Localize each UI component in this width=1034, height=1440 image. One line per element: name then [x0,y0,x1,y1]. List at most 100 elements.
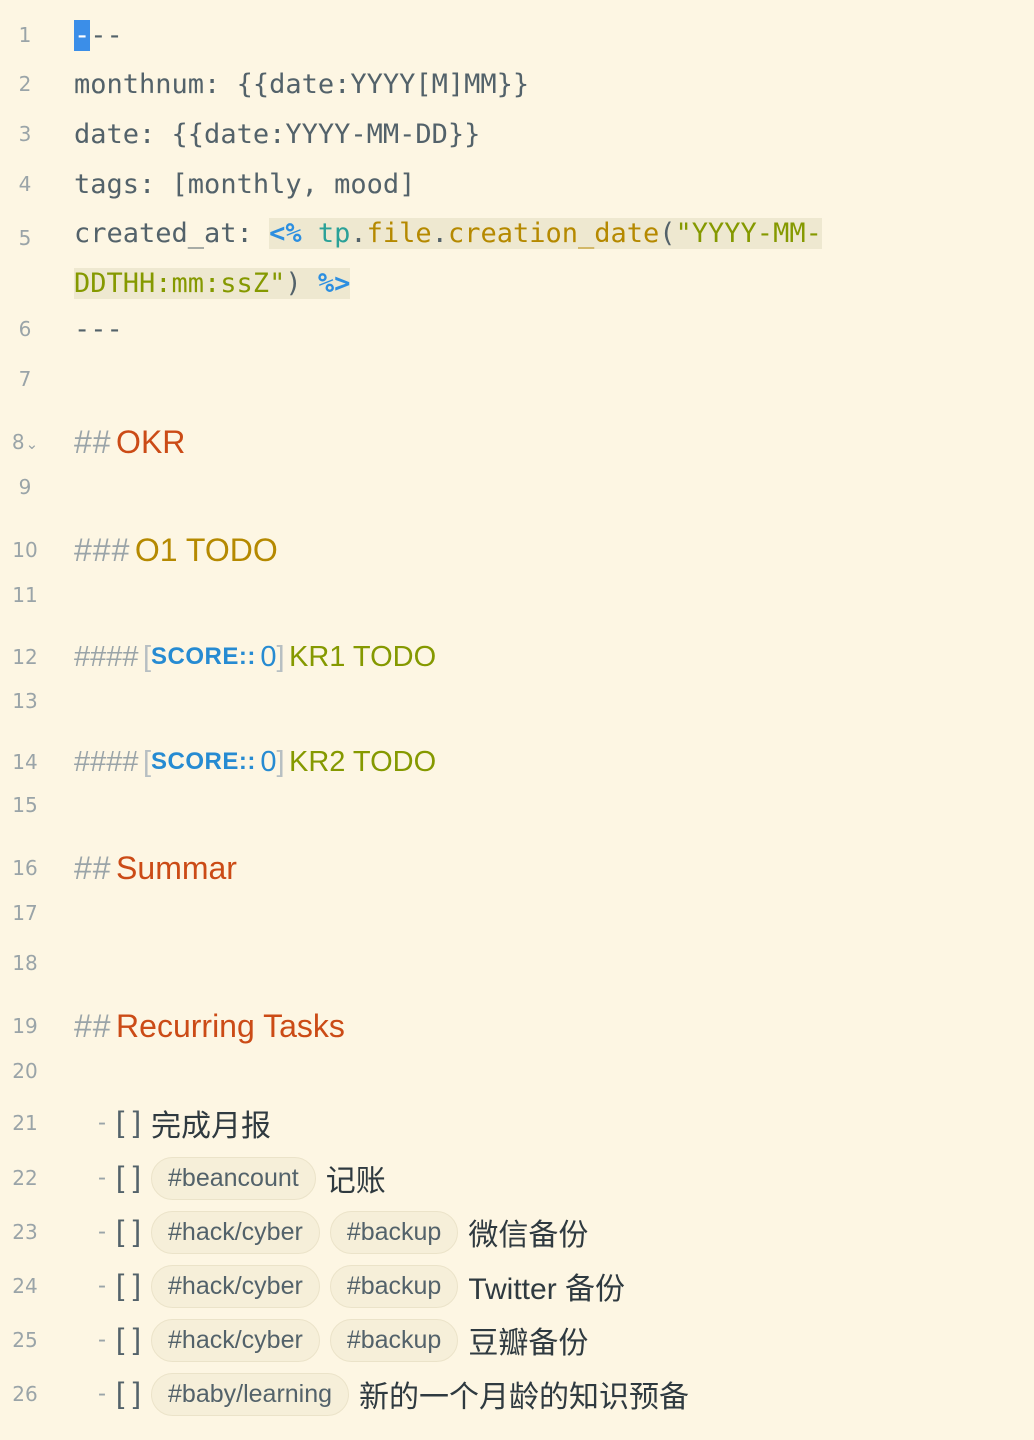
line-number: 22 [12,1166,38,1190]
task-text: 新的一个月龄的知识预备 [359,1381,690,1414]
list-bullet: - [98,1272,106,1299]
tag-pill[interactable]: #backup [329,1318,459,1362]
editor-line-10[interactable]: 10 ### O1 TODO [0,524,1034,576]
task-text: 豆瓣备份 [468,1327,589,1360]
line-number: 2 [18,72,32,96]
editor-line-22[interactable]: 22 -[ ] #beancount 记账 [0,1152,1034,1204]
editor-line-24[interactable]: 24 -[ ] #hack/cyber #backup Twitter 备份 [0,1260,1034,1312]
editor-line-3[interactable]: 3 date: {{date:YYYY-MM-DD}} [0,110,1034,158]
editor-line-25[interactable]: 25 -[ ] #hack/cyber #backup 豆瓣备份 [0,1314,1034,1366]
editor-line-16[interactable]: 16 ## Summar [0,842,1034,894]
editor-line-8[interactable]: 8⌄ ## OKR [0,416,1034,468]
tag-pill[interactable]: #beancount [151,1156,316,1200]
inline-field-value: 0 [260,640,277,673]
templater-dot: . [431,217,448,249]
editor-line-11[interactable]: 11 [0,572,1034,618]
tag-pill[interactable]: #backup [329,1210,459,1254]
editor-line-20[interactable]: 20 [0,1048,1034,1094]
inline-field-bracket: ] [276,745,285,778]
inline-field-value: 0 [260,745,277,778]
templater-close-tag: %> [317,267,351,299]
editor-line-13[interactable]: 13 [0,678,1034,724]
tag-pill[interactable]: #backup [329,1264,459,1308]
task-checkbox[interactable]: [ ] [116,1377,141,1411]
yaml-value: [monthly, mood] [171,168,416,200]
line-number: 21 [12,1111,38,1135]
heading-marker: ### [74,531,131,568]
task-checkbox[interactable]: [ ] [116,1161,141,1195]
line-number: 14 [12,750,38,774]
editor-line-9[interactable]: 9 [0,464,1034,510]
line-number-text: 8 [11,430,25,454]
line-number: 4 [18,172,32,196]
line-number: 13 [12,689,38,713]
yaml-key: created_at: [74,217,253,249]
heading-marker: #### [74,745,139,778]
task-checkbox[interactable]: [ ] [116,1215,141,1249]
heading-kr1: KR1 TODO [288,640,437,673]
task-checkbox[interactable]: [ ] [116,1106,141,1140]
frontmatter-delimiter: --- [74,313,123,345]
list-bullet: - [98,1326,106,1353]
editor-line-1[interactable]: 1 - -- [0,12,1034,58]
line-number: 5 [18,226,32,250]
line-number: 7 [18,367,32,391]
task-checkbox[interactable]: [ ] [116,1269,141,1303]
line-number: 10 [12,538,38,562]
inline-field-key: SCORE:: [151,748,256,775]
templater-string: "YYYY-MM- [675,217,822,249]
editor-line-14[interactable]: 14 #### [SCORE:: 0] KR2 TODO [0,737,1034,787]
editor-line-15[interactable]: 15 [0,782,1034,828]
task-text: 记账 [325,1165,386,1198]
heading-marker: ## [74,1007,112,1044]
line-number: 15 [12,793,38,817]
line-number: 18 [12,951,38,975]
editor-line-21[interactable]: 21 -[ ] 完成月报 [0,1098,1034,1148]
line-number: 26 [12,1382,38,1406]
editor-line-5-wrap[interactable]: DDTHH:mm:ssZ") %> [0,260,1034,306]
editor-line-5[interactable]: 5 created_at: <% tp.file.creation_date("… [0,210,1034,256]
heading-marker: #### [74,640,139,673]
tag-pill[interactable]: #hack/cyber [151,1264,320,1308]
yaml-key: tags: [74,168,156,200]
editor-line-4[interactable]: 4 tags: [monthly, mood] [0,160,1034,208]
tag-pill[interactable]: #baby/learning [151,1372,350,1416]
inline-field-bracket: ] [276,640,285,673]
markdown-editor[interactable]: 1 - -- 2 monthnum: {{date:YYYY[M]MM}} 3 d… [0,0,1034,1440]
line-number: 19 [12,1014,38,1038]
editor-line-26[interactable]: 26 -[ ] #baby/learning 新的一个月龄的知识预备 [0,1368,1034,1420]
heading-okr: OKR [116,423,186,460]
line-number: 11 [12,583,38,607]
editor-line-23[interactable]: 23 -[ ] #hack/cyber #backup 微信备份 [0,1206,1034,1258]
yaml-key: monthnum: [74,68,221,100]
line-number: 20 [12,1059,38,1083]
list-bullet: - [98,1380,106,1407]
tag-pill[interactable]: #hack/cyber [151,1210,320,1254]
yaml-value: {{date:YYYY[M]MM}} [236,68,530,100]
task-checkbox[interactable]: [ ] [116,1323,141,1357]
line-number: 1 [18,23,32,47]
inline-field-key: SCORE:: [151,643,256,670]
editor-line-12[interactable]: 12 #### [SCORE:: 0] KR1 TODO [0,632,1034,682]
editor-line-18[interactable]: 18 [0,940,1034,986]
line-number: 25 [12,1328,38,1352]
yaml-key: date: [74,118,156,150]
editor-line-17[interactable]: 17 [0,890,1034,936]
yaml-value: {{date:YYYY-MM-DD}} [171,118,481,150]
task-text: 微信备份 [468,1219,589,1252]
editor-line-19[interactable]: 19 ## Recurring Tasks [0,1000,1034,1052]
line-number: 17 [12,901,38,925]
line-number: 16 [12,856,38,880]
templater-string: DDTHH:mm:ssZ" [74,267,286,299]
list-bullet: - [98,1109,106,1136]
line-number: 6 [18,317,32,341]
line-number: 24 [12,1274,38,1298]
editor-line-6[interactable]: 6 --- [0,306,1034,352]
editor-line-7[interactable]: 7 [0,356,1034,402]
inline-field-bracket: [ [142,745,152,778]
editor-line-2[interactable]: 2 monthnum: {{date:YYYY[M]MM}} [0,60,1034,108]
chevron-down-icon[interactable]: ⌄ [26,435,39,453]
templater-expression-cont: DDTHH:mm:ssZ") %> [74,267,351,299]
list-bullet: - [98,1164,106,1191]
tag-pill[interactable]: #hack/cyber [151,1318,320,1362]
